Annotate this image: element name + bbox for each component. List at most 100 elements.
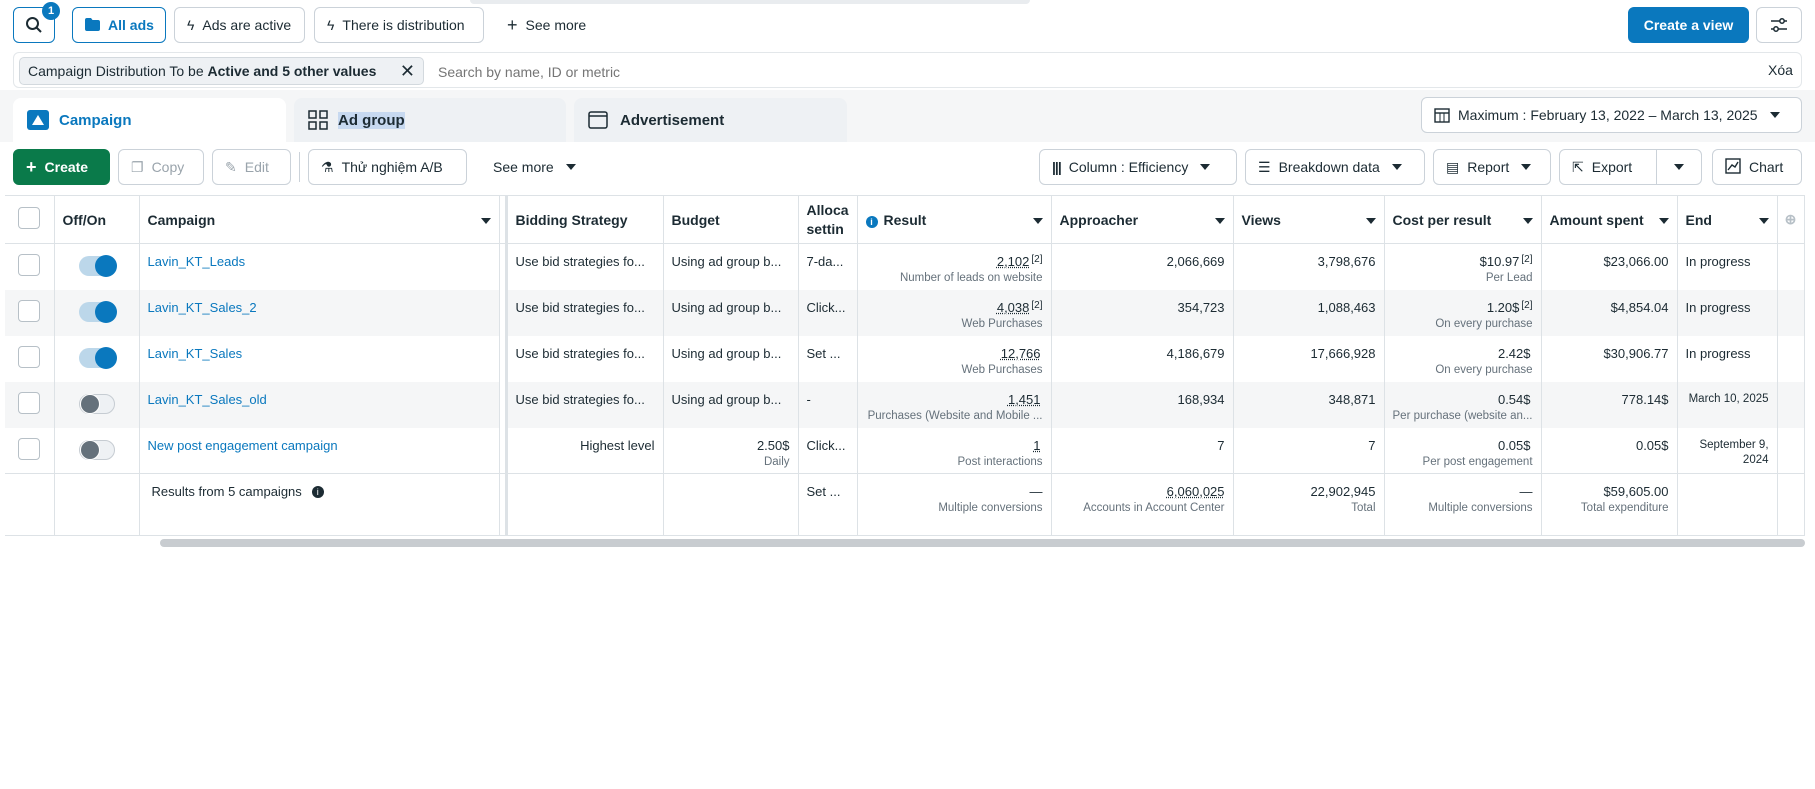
sort-icon[interactable] bbox=[1522, 217, 1533, 224]
columns-button[interactable]: ||| Column : Efficiency bbox=[1039, 149, 1237, 185]
row-toggle[interactable] bbox=[54, 381, 140, 428]
header-spent[interactable]: Amount spent bbox=[1541, 195, 1678, 244]
table-row[interactable]: New post engagement campaign Highest lev… bbox=[5, 427, 1805, 474]
result-value[interactable]: 1,451 bbox=[1008, 392, 1041, 407]
export-options-button[interactable] bbox=[1656, 149, 1702, 185]
header-end[interactable]: End bbox=[1677, 195, 1778, 244]
row-views: 3,798,676 bbox=[1233, 243, 1385, 290]
see-more-actions-label: See more bbox=[493, 159, 554, 175]
delivery-toggle[interactable] bbox=[78, 300, 117, 323]
cost-value: 0.54$ bbox=[1497, 391, 1531, 407]
delivery-toggle[interactable] bbox=[78, 346, 117, 369]
row-checkbox[interactable] bbox=[18, 299, 41, 322]
horizontal-scrollbar[interactable] bbox=[160, 539, 1805, 547]
create-button[interactable]: + Create bbox=[13, 149, 110, 185]
report-icon: ▤ bbox=[1446, 159, 1460, 175]
chart-button[interactable]: Chart bbox=[1712, 149, 1802, 185]
header-result[interactable]: i Result bbox=[857, 195, 1052, 244]
row-select[interactable] bbox=[5, 335, 55, 382]
row-campaign[interactable]: Lavin_KT_Sales_2 bbox=[139, 289, 500, 336]
tab-advertisement[interactable]: Advertisement bbox=[574, 98, 847, 142]
row-approacher: 7 bbox=[1051, 427, 1234, 474]
sort-icon[interactable] bbox=[1758, 217, 1769, 224]
sort-icon[interactable] bbox=[480, 217, 491, 224]
table-row[interactable]: Lavin_KT_Sales_old Use bid strategies fo… bbox=[5, 381, 1805, 428]
date-range-picker[interactable]: Maximum : February 13, 2022 – March 13, … bbox=[1421, 97, 1802, 133]
sort-icon[interactable] bbox=[1214, 217, 1225, 224]
row-select[interactable] bbox=[5, 427, 55, 474]
row-select[interactable] bbox=[5, 289, 55, 336]
ab-test-button[interactable]: ⚗ Thử nghiệm A/B bbox=[308, 149, 467, 185]
row-campaign[interactable]: Lavin_KT_Sales_old bbox=[139, 381, 500, 428]
table-row[interactable]: Lavin_KT_Leads Use bid strategies fo... … bbox=[5, 243, 1805, 290]
export-button[interactable]: ⇱ Export bbox=[1559, 149, 1657, 185]
delivery-toggle[interactable] bbox=[78, 393, 115, 414]
filter-chip-values: Active and 5 other values bbox=[207, 63, 377, 79]
header-allocation: Alloca settin bbox=[798, 195, 858, 244]
select-all-checkbox[interactable] bbox=[18, 207, 41, 229]
clear-filters-link[interactable]: Xóa bbox=[1768, 62, 1793, 78]
totals-approacher-value[interactable]: 6,060,025 bbox=[1167, 484, 1225, 499]
row-campaign[interactable]: Lavin_KT_Leads bbox=[139, 243, 500, 290]
tab-campaign[interactable]: Campaign bbox=[13, 98, 286, 142]
header-add-column[interactable]: ⊕ bbox=[1777, 195, 1805, 244]
info-icon[interactable]: i bbox=[311, 486, 324, 498]
filter-chip[interactable]: Campaign Distribution To be Active and 5… bbox=[19, 57, 424, 85]
header-resize-handle[interactable] bbox=[499, 195, 508, 244]
campaign-name-link[interactable]: New post engagement campaign bbox=[148, 438, 338, 453]
row-end: In progress bbox=[1677, 335, 1778, 382]
create-view-button[interactable]: Create a view bbox=[1628, 7, 1749, 43]
header-approacher[interactable]: Approacher bbox=[1051, 195, 1234, 244]
row-toggle[interactable] bbox=[54, 335, 140, 382]
close-icon[interactable]: ✕ bbox=[400, 62, 415, 80]
report-button[interactable]: ▤ Report bbox=[1433, 149, 1551, 185]
delivery-toggle[interactable] bbox=[78, 255, 117, 277]
table-row[interactable]: Lavin_KT_Sales_2 Use bid strategies fo..… bbox=[5, 289, 1805, 336]
header-campaign[interactable]: Campaign bbox=[139, 195, 500, 244]
result-value[interactable]: 1 bbox=[1033, 438, 1040, 453]
view-settings-button[interactable] bbox=[1756, 7, 1802, 43]
campaign-name-link[interactable]: Lavin_KT_Sales bbox=[148, 346, 243, 361]
row-toggle[interactable] bbox=[54, 243, 140, 290]
row-select[interactable] bbox=[5, 381, 55, 428]
result-value[interactable]: 4,038 bbox=[997, 300, 1030, 315]
search-button[interactable]: 1 bbox=[13, 2, 60, 43]
header-views[interactable]: Views bbox=[1233, 195, 1385, 244]
search-input[interactable] bbox=[436, 58, 1040, 86]
sort-icon[interactable] bbox=[1658, 217, 1669, 224]
tab-ad-group[interactable]: Ad group bbox=[294, 98, 566, 142]
row-checkbox[interactable] bbox=[18, 437, 41, 460]
allocation-value: Set ... bbox=[806, 345, 841, 361]
result-value[interactable]: 12,766 bbox=[1001, 346, 1041, 361]
header-cost[interactable]: Cost per result bbox=[1384, 195, 1542, 244]
row-checkbox[interactable] bbox=[18, 254, 41, 276]
copy-button[interactable]: ❐ Copy bbox=[118, 149, 204, 185]
row-toggle[interactable] bbox=[54, 427, 140, 474]
ads-active-button[interactable]: ϟ Ads are active bbox=[174, 7, 305, 43]
all-ads-button[interactable]: All ads bbox=[72, 7, 166, 43]
campaign-name-link[interactable]: Lavin_KT_Leads bbox=[148, 254, 246, 269]
row-end: March 10, 2025 bbox=[1677, 381, 1778, 428]
breakdown-button[interactable]: ☰ Breakdown data bbox=[1245, 149, 1425, 185]
row-checkbox[interactable] bbox=[18, 345, 41, 368]
info-icon[interactable]: i bbox=[865, 215, 878, 228]
row-checkbox[interactable] bbox=[18, 391, 41, 414]
sort-icon[interactable] bbox=[1032, 217, 1043, 224]
row-campaign[interactable]: Lavin_KT_Sales bbox=[139, 335, 500, 382]
add-column-icon[interactable]: ⊕ bbox=[1785, 211, 1797, 227]
see-more-filters-button[interactable]: + See more bbox=[494, 7, 594, 43]
campaign-name-link[interactable]: Lavin_KT_Sales_2 bbox=[148, 300, 257, 315]
row-select[interactable] bbox=[5, 243, 55, 290]
campaign-icon bbox=[27, 110, 49, 130]
row-campaign[interactable]: New post engagement campaign bbox=[139, 427, 500, 474]
row-toggle[interactable] bbox=[54, 289, 140, 336]
table-row[interactable]: Lavin_KT_Sales Use bid strategies fo... … bbox=[5, 335, 1805, 382]
result-value[interactable]: 2,102 bbox=[997, 254, 1030, 269]
sort-icon[interactable] bbox=[1365, 217, 1376, 224]
edit-button[interactable]: ✎ Edit bbox=[212, 149, 291, 185]
see-more-actions-button[interactable]: See more bbox=[480, 149, 580, 185]
delivery-toggle[interactable] bbox=[78, 439, 115, 460]
distribution-button[interactable]: ϟ There is distribution bbox=[314, 7, 484, 43]
campaign-name-link[interactable]: Lavin_KT_Sales_old bbox=[148, 392, 267, 407]
header-select-all[interactable] bbox=[5, 195, 55, 244]
